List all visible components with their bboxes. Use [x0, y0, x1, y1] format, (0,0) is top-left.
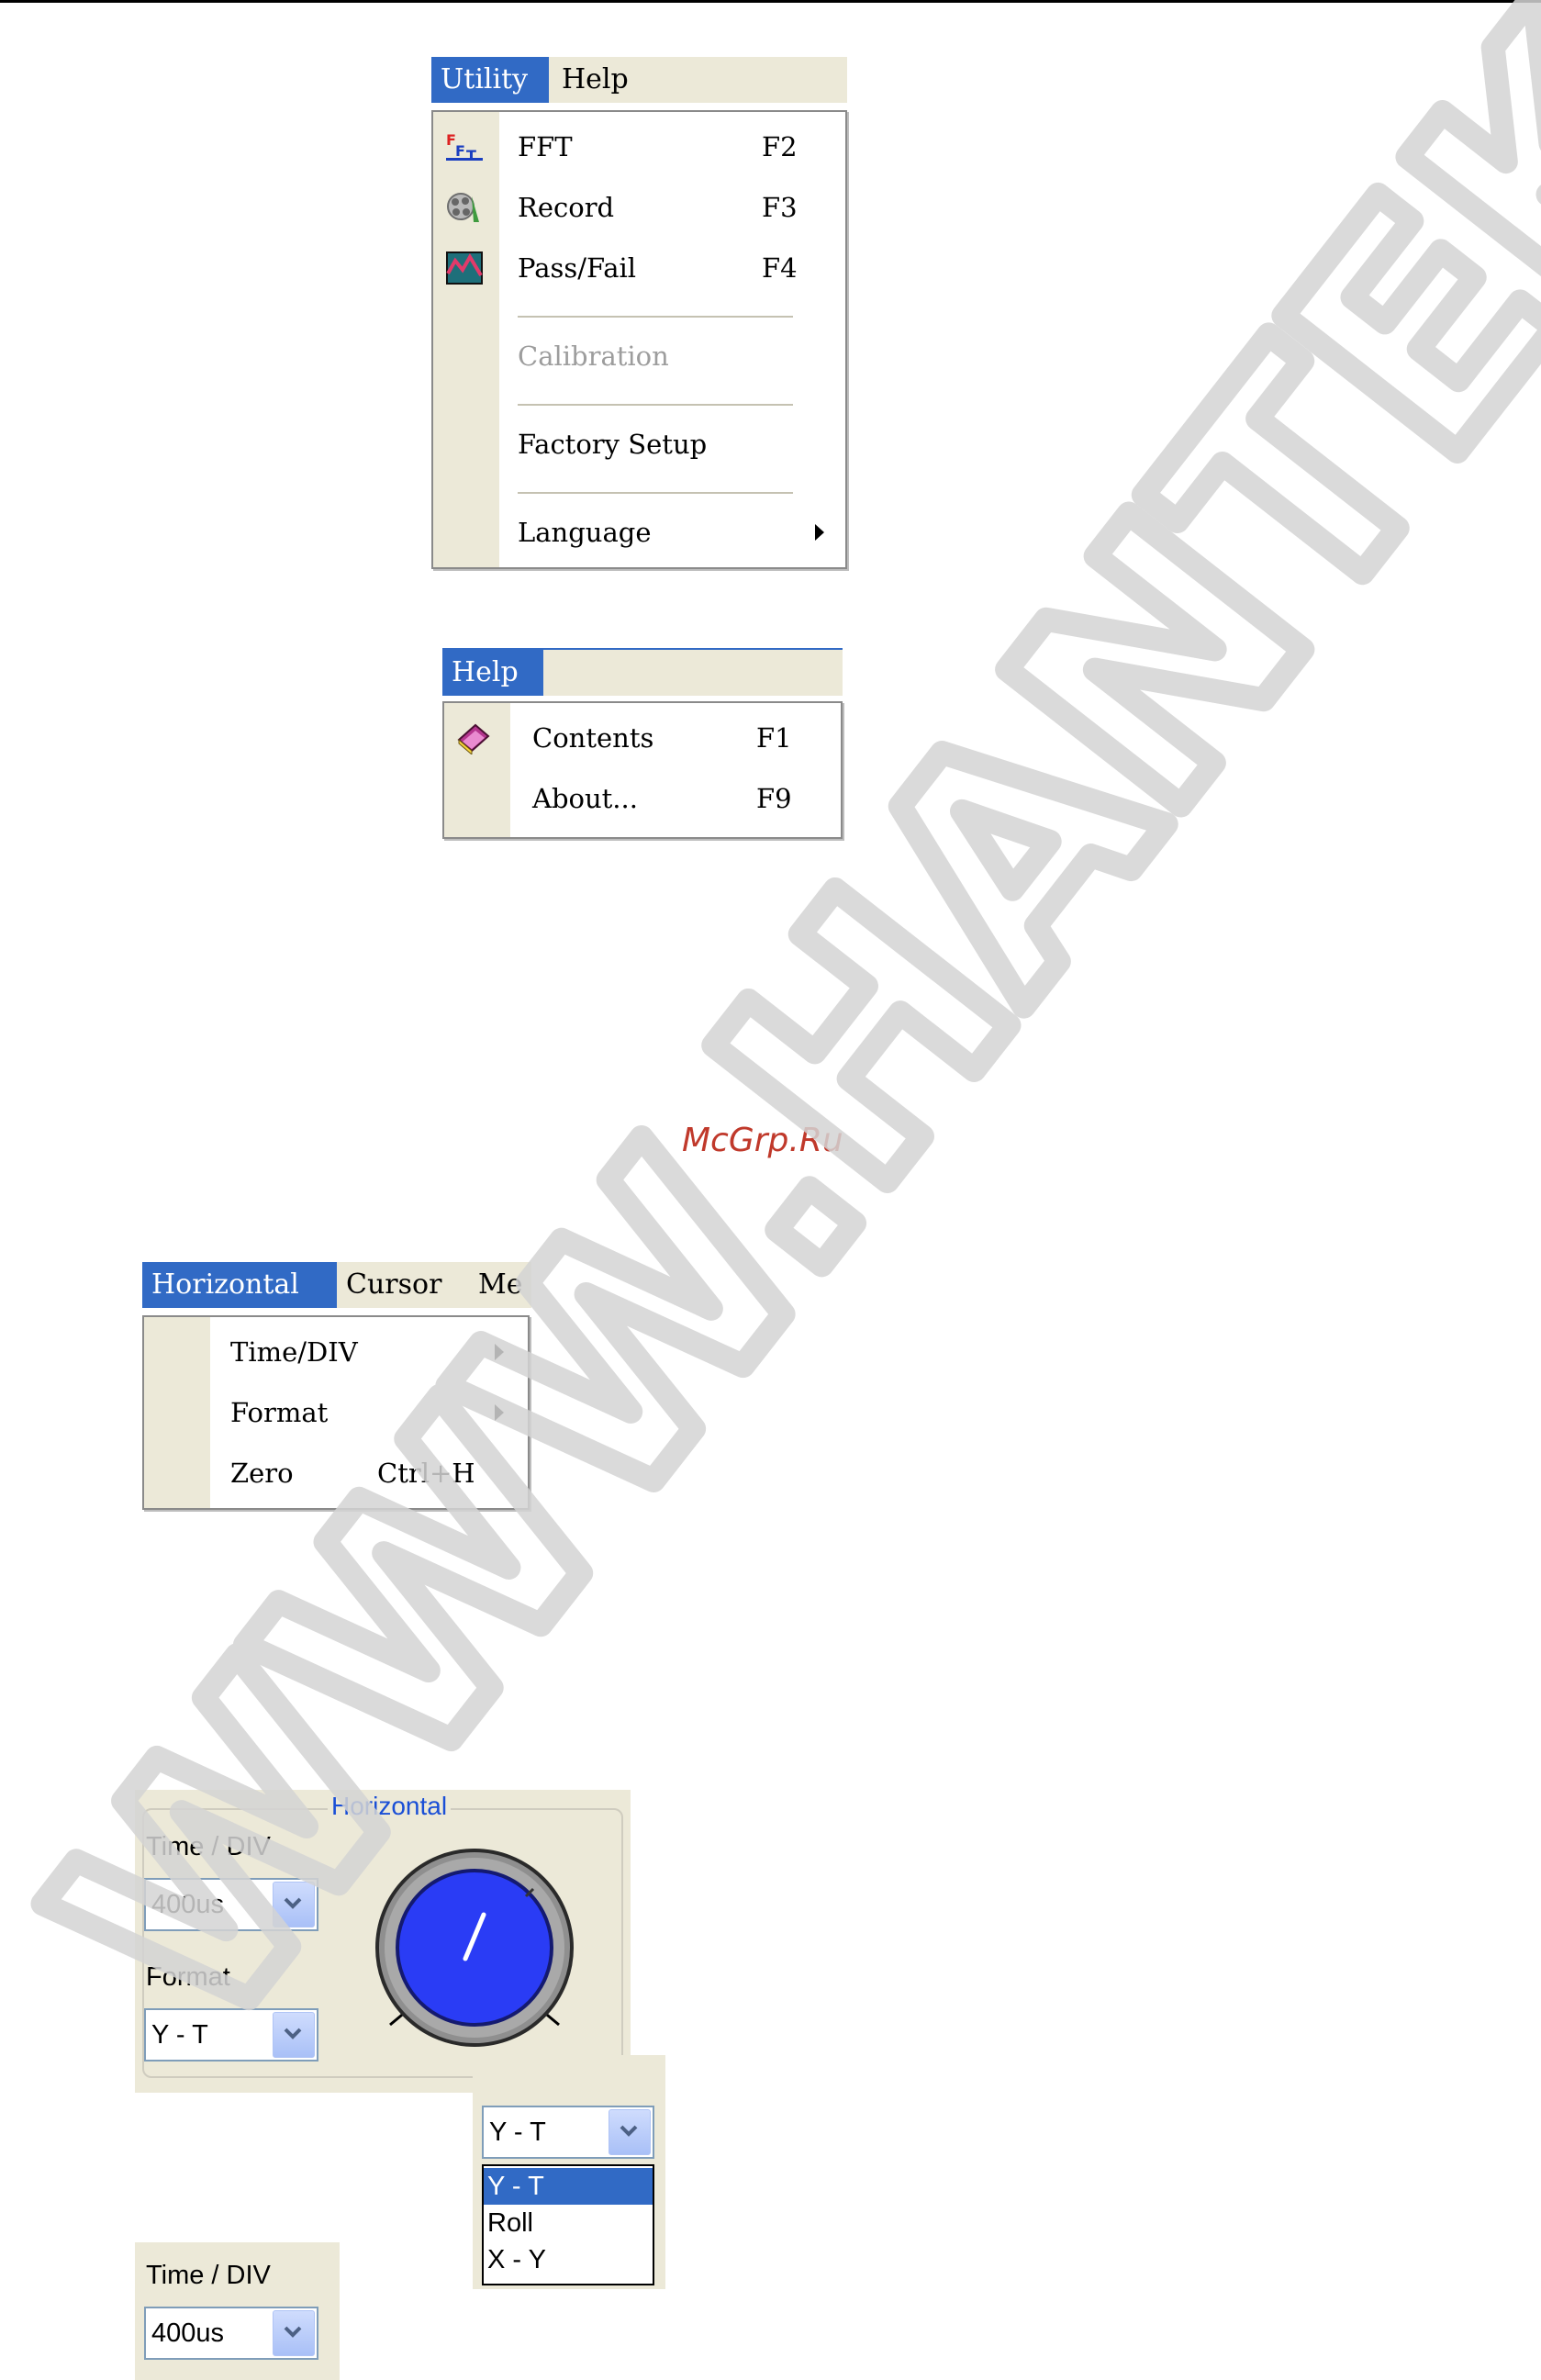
menu-item-label: Zero [230, 1458, 294, 1489]
menu-item-contents[interactable]: Contents F1 [444, 710, 841, 765]
menu-item-label: Factory Setup [518, 429, 708, 460]
menubar: Help [442, 648, 843, 696]
menu-item-shortcut: F1 [756, 722, 792, 754]
menu-item-label: Time/DIV [230, 1336, 358, 1368]
menubar: Horizontal Cursor Mea [142, 1262, 531, 1308]
menu-item-label: Calibration [518, 341, 669, 372]
help-menu: Help Contents F1 About... F9 [442, 648, 843, 843]
horizontal-panel: Horizontal Time / DIV 400us Format Y - T [135, 1790, 631, 2093]
menu-separator [518, 404, 793, 406]
menu-item-label: About... [532, 783, 638, 814]
time-div-snippet: Time / DIV 400us [135, 2242, 340, 2380]
menu-help[interactable]: Help [553, 57, 638, 103]
option-y-t[interactable]: Y - T [484, 2168, 653, 2205]
menu-item-shortcut: Ctrl+H [377, 1458, 475, 1489]
menu-item-label: Format [230, 1397, 329, 1428]
record-icon [447, 193, 479, 222]
menu-item-format[interactable]: Format [144, 1385, 528, 1440]
chevron-down-icon[interactable] [273, 2310, 315, 2356]
menu-item-pass-fail[interactable]: Pass/Fail F4 [433, 240, 845, 296]
contents-book-icon [457, 723, 490, 754]
format-value: Y - T [489, 2117, 546, 2147]
time-div-label: Time / DIV [146, 1832, 271, 1861]
format-select[interactable]: Y - T [144, 2008, 318, 2062]
menu-item-about[interactable]: About... F9 [444, 771, 841, 826]
time-div-select[interactable]: 400us [144, 1878, 318, 1931]
submenu-arrow-icon [495, 1344, 504, 1360]
chevron-down-icon[interactable] [273, 1882, 315, 1927]
format-dropdown-panel: Y - T Y - T Roll X - Y [473, 2055, 665, 2289]
menu-horizontal[interactable]: Horizontal [142, 1262, 337, 1308]
menu-item-label: Contents [532, 722, 654, 754]
pass-fail-icon [446, 251, 483, 285]
svg-text:F: F [455, 142, 465, 160]
menu-utility[interactable]: Utility [431, 57, 549, 103]
utility-menu: Utility Help F F T FFT F2 Record F3 Pass… [431, 57, 847, 571]
menu-item-factory-setup[interactable]: Factory Setup [433, 417, 845, 472]
menu-item-shortcut: F3 [762, 192, 798, 223]
format-select-open[interactable]: Y - T [482, 2106, 654, 2159]
submenu-arrow-icon [815, 524, 824, 541]
format-value: Y - T [151, 2020, 208, 2050]
help-dropdown: Contents F1 About... F9 [442, 701, 843, 839]
chevron-down-icon[interactable] [609, 2109, 651, 2155]
menu-item-record[interactable]: Record F3 [433, 180, 845, 235]
time-div-value: 400us [151, 1890, 225, 1919]
menu-separator [518, 316, 793, 318]
menu-item-shortcut: F2 [762, 131, 798, 162]
group-title: Horizontal [328, 1792, 452, 1821]
utility-dropdown: F F T FFT F2 Record F3 Pass/Fail F4 Cali… [431, 110, 847, 569]
menu-item-fft[interactable]: F F T FFT F2 [433, 119, 845, 174]
time-div-value: 400us [151, 2319, 225, 2348]
menu-item-label: Pass/Fail [518, 252, 637, 284]
fft-icon: F F T [446, 131, 483, 163]
menu-separator [518, 492, 793, 494]
menu-item-label: Record [518, 192, 615, 223]
menu-help[interactable]: Help [442, 650, 543, 696]
menu-item-zero[interactable]: Zero Ctrl+H [144, 1446, 528, 1501]
menu-item-shortcut: F9 [756, 783, 792, 814]
menu-item-shortcut: F4 [762, 252, 798, 284]
svg-text:T: T [466, 147, 476, 163]
time-div-knob[interactable] [364, 1845, 585, 2058]
time-div-select[interactable]: 400us [144, 2307, 318, 2360]
menubar: Utility Help [431, 57, 847, 103]
menu-measure[interactable]: Mea [469, 1262, 522, 1308]
format-options-list: Y - T Roll X - Y [482, 2164, 654, 2285]
menu-item-language[interactable]: Language [433, 505, 845, 560]
watermark-text: McGrp.Ru [682, 1122, 843, 1159]
option-x-y[interactable]: X - Y [484, 2241, 653, 2278]
chevron-down-icon[interactable] [273, 2012, 315, 2058]
page-top-rule [0, 0, 1541, 3]
menu-item-calibration: Calibration [433, 329, 845, 384]
menu-item-time-div[interactable]: Time/DIV [144, 1324, 528, 1380]
horizontal-dropdown: Time/DIV Format Zero Ctrl+H [142, 1315, 530, 1510]
option-roll[interactable]: Roll [484, 2205, 653, 2241]
time-div-label: Time / DIV [146, 2261, 271, 2290]
horizontal-menu: Horizontal Cursor Mea Time/DIV Format Ze… [142, 1262, 531, 1512]
menu-item-label: Language [518, 517, 652, 548]
menu-cursor[interactable]: Cursor [337, 1262, 451, 1308]
submenu-arrow-icon [495, 1404, 504, 1421]
format-label: Format [146, 1962, 230, 1992]
menu-item-label: FFT [518, 131, 573, 162]
